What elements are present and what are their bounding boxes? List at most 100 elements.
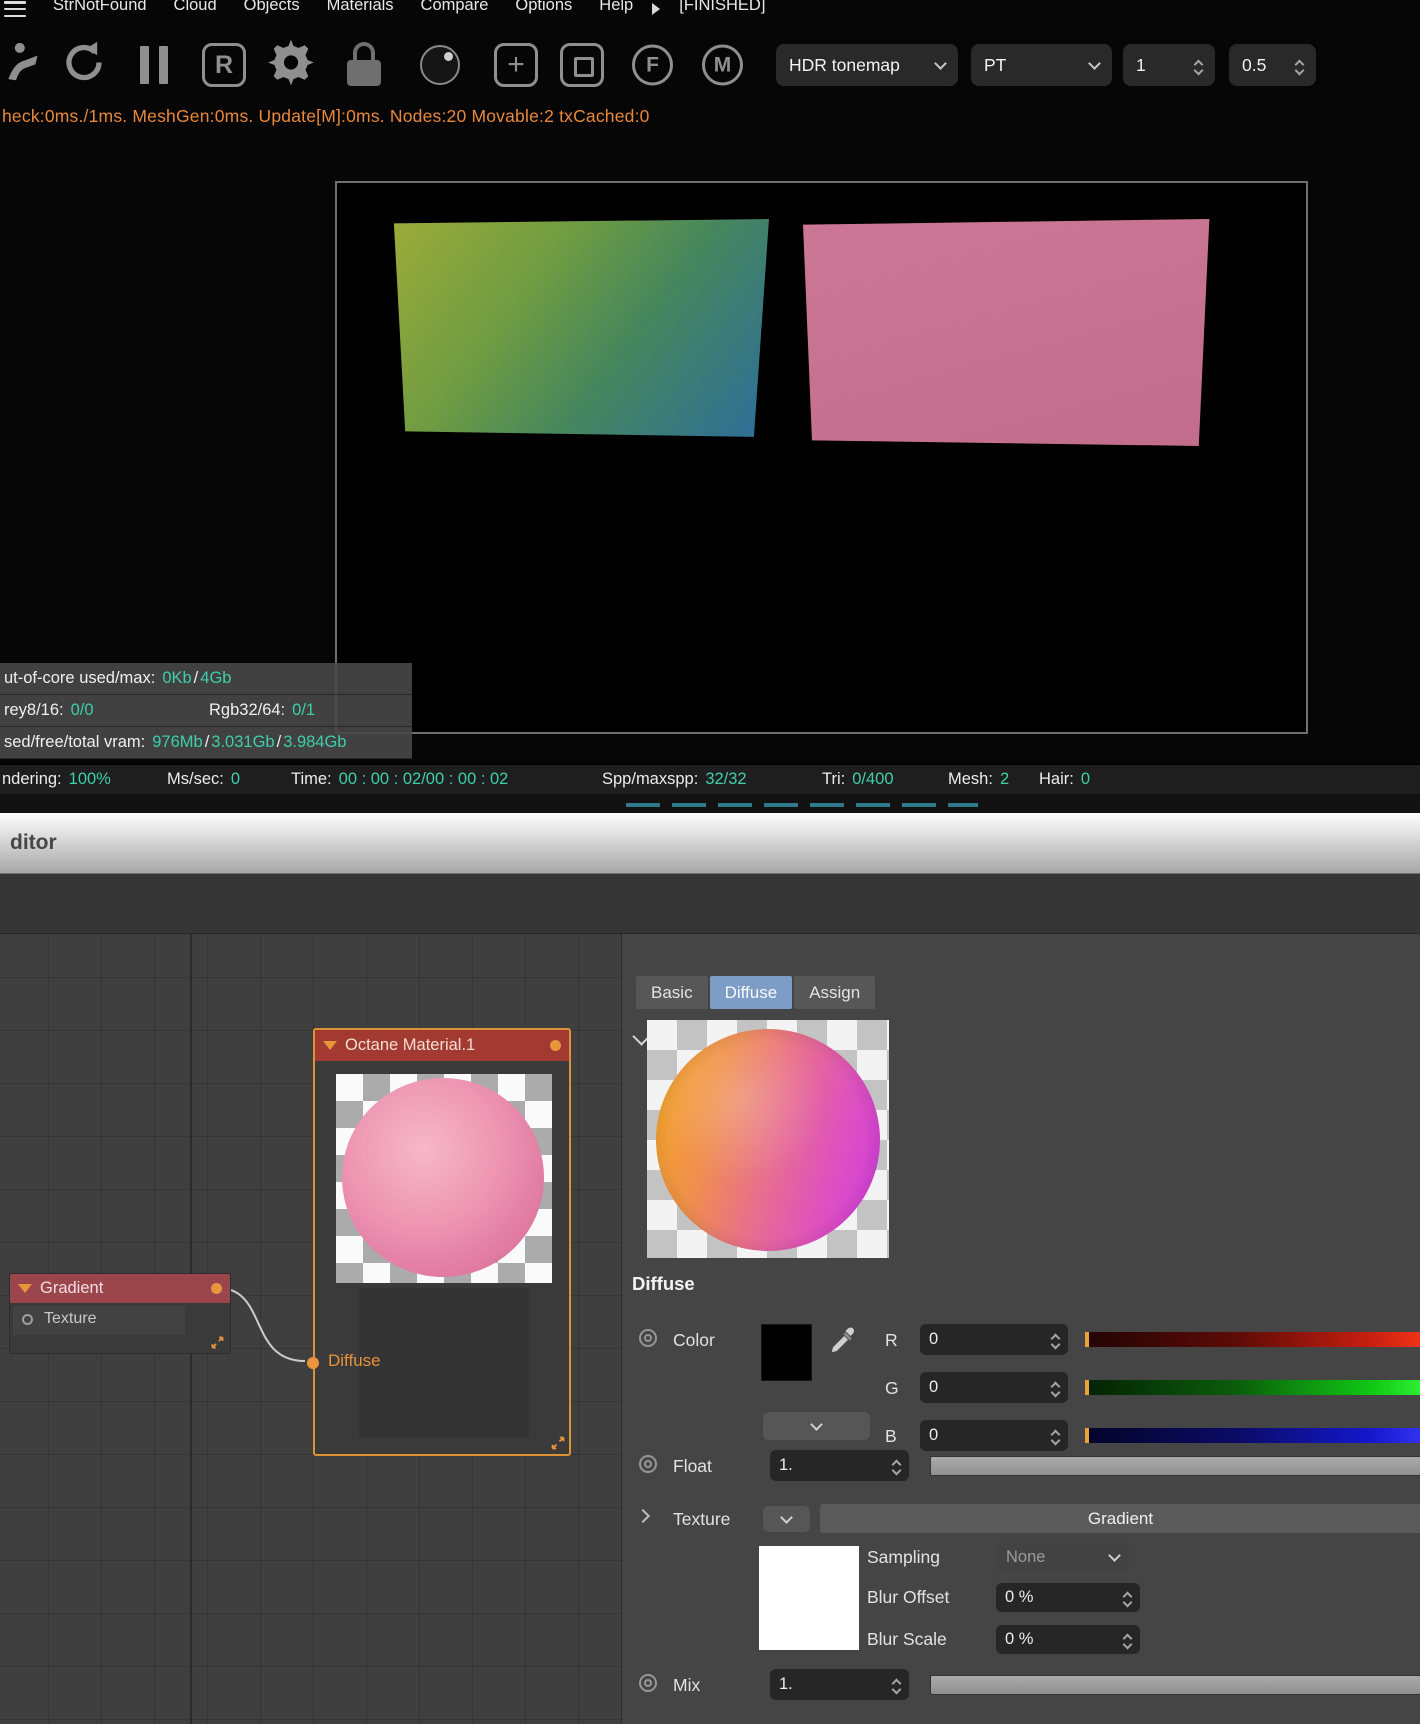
stepper-arrows-icon[interactable]	[1050, 1331, 1061, 1350]
status-time: Time: 00 : 00 : 02/00 : 00 : 02	[291, 770, 509, 788]
status-rendering: ndering: 100%	[2, 770, 111, 788]
picture-frame-icon[interactable]	[560, 43, 604, 87]
tab-diffuse[interactable]: Diffuse	[709, 976, 793, 1009]
render-toolbar: R + F M HDR tonemap PT 1 0.5	[0, 30, 1420, 100]
menu-bar: StrNotFound Cloud Objects Materials Comp…	[4, 0, 765, 17]
samples-spinner[interactable]: 1	[1123, 44, 1215, 86]
g-value-spinner[interactable]: 0	[920, 1372, 1068, 1403]
b-value-spinner[interactable]: 0	[920, 1420, 1068, 1451]
float-slider[interactable]	[930, 1456, 1420, 1476]
expand-icon[interactable]	[551, 1436, 565, 1450]
node-editor-titlebar[interactable]: ditor	[0, 813, 1420, 874]
texture-stats-row: rey8/16: 0/0 Rgb32/64: 0/1	[0, 695, 412, 727]
float-anim-dot[interactable]	[639, 1455, 657, 1473]
kernel-dropdown[interactable]: PT	[971, 44, 1112, 86]
float-value-spinner[interactable]: 1.	[770, 1450, 909, 1481]
mix-value-spinner[interactable]: 1.	[770, 1669, 909, 1700]
texture-expander-chevron-icon[interactable]	[635, 1508, 651, 1524]
menu-item-help[interactable]: Help	[599, 0, 633, 15]
render-status-bar: ndering: 100% Ms/sec: 0 Time: 00 : 00 : 02/…	[0, 764, 1420, 794]
mix-anim-dot[interactable]	[639, 1674, 657, 1692]
color-label: Color	[673, 1330, 715, 1350]
menu-item-materials[interactable]: Materials	[327, 0, 394, 15]
samples-spinner-value: 1	[1136, 54, 1146, 75]
texture-type-dropdown[interactable]	[763, 1506, 810, 1532]
color-swatch[interactable]	[761, 1324, 812, 1381]
menu-item-options[interactable]: Options	[515, 0, 572, 15]
region-render-button[interactable]: R	[202, 43, 246, 87]
tab-assign[interactable]: Assign	[794, 976, 876, 1009]
eyedropper-icon[interactable]	[828, 1326, 858, 1356]
node-graph-canvas[interactable]: Octane Material.1 Diffuse Gradient Textu…	[0, 934, 621, 1724]
node-title: Gradient	[40, 1279, 104, 1297]
expand-icon[interactable]	[211, 1336, 225, 1350]
stepper-arrows-icon[interactable]	[1122, 1631, 1133, 1650]
pause-render-icon[interactable]	[140, 46, 168, 84]
render-ball-icon[interactable]	[420, 45, 460, 85]
window-bottom-strip	[0, 794, 1420, 813]
diffuse-input-port[interactable]	[307, 1357, 319, 1369]
color-options-dropdown[interactable]	[763, 1412, 870, 1440]
stepper-arrows-icon[interactable]	[1122, 1589, 1133, 1608]
pink-sphere-preview	[342, 1078, 544, 1277]
stepper-arrows-icon[interactable]	[1193, 57, 1204, 75]
green-channel-slider[interactable]	[1085, 1380, 1420, 1395]
scale-spinner[interactable]: 0.5	[1229, 44, 1316, 86]
section-title: Diffuse	[632, 1273, 695, 1294]
collapse-triangle-icon[interactable]	[18, 1284, 32, 1293]
node-body-box	[359, 1288, 529, 1438]
mix-slider[interactable]	[930, 1675, 1420, 1695]
octane-logo-icon[interactable]	[0, 38, 50, 93]
r-value-spinner[interactable]: 0	[920, 1324, 1068, 1355]
node-octane-material-header[interactable]: Octane Material.1	[315, 1030, 569, 1061]
status-tri: Tri: 0/400	[822, 770, 894, 788]
node-gradient[interactable]: Gradient Texture	[9, 1273, 231, 1354]
render-view[interactable]	[335, 181, 1308, 734]
tonemap-dropdown[interactable]: HDR tonemap	[776, 44, 958, 86]
g-label: G	[885, 1378, 899, 1398]
texture-input-port[interactable]	[22, 1314, 33, 1325]
menu-item-objects[interactable]: Objects	[244, 0, 300, 15]
material-picker-button[interactable]: M	[702, 44, 743, 86]
menu-item-compare[interactable]: Compare	[421, 0, 489, 15]
blur-scale-spinner[interactable]: 0 %	[996, 1625, 1140, 1654]
material-node-preview	[336, 1074, 552, 1283]
collapse-triangle-icon[interactable]	[323, 1041, 337, 1050]
submenu-arrow-icon	[652, 2, 661, 15]
hamburger-menu-icon[interactable]	[4, 1, 26, 17]
status-spp: Spp/maxspp: 32/32	[602, 770, 747, 788]
chevron-down-icon	[810, 1417, 823, 1431]
stepper-arrows-icon[interactable]	[891, 1676, 902, 1695]
focus-picker-button[interactable]: F	[632, 44, 673, 86]
chevron-down-icon	[1088, 56, 1101, 70]
node-octane-material[interactable]: Octane Material.1 Diffuse	[307, 1028, 571, 1456]
menu-item-cloud[interactable]: Cloud	[174, 0, 217, 15]
color-anim-dot[interactable]	[639, 1329, 657, 1347]
octane-app-window: StrNotFound Cloud Objects Materials Comp…	[0, 0, 1420, 1724]
blue-channel-slider[interactable]	[1085, 1428, 1420, 1443]
menu-item-strnotfound[interactable]: StrNotFound	[53, 0, 147, 15]
texture-preview-swatch[interactable]	[759, 1546, 859, 1650]
stepper-arrows-icon[interactable]	[1294, 57, 1305, 75]
tonemap-dropdown-value: HDR tonemap	[789, 54, 900, 75]
node-output-port[interactable]	[550, 1040, 561, 1051]
add-button[interactable]: +	[494, 43, 538, 87]
node-output-port[interactable]	[211, 1283, 222, 1294]
blur-offset-label: Blur Offset	[867, 1587, 950, 1607]
node-gradient-header[interactable]: Gradient	[10, 1274, 230, 1303]
blur-offset-spinner[interactable]: 0 %	[996, 1583, 1140, 1612]
outofcore-stats-row: ut-of-core used/max: 0Kb / 4Gb	[0, 663, 412, 695]
render-quad-gradient	[393, 219, 769, 437]
gear-icon[interactable]	[266, 38, 316, 93]
material-attributes-panel: Basic Diffuse Assign Diffuse Color R 0 G…	[621, 934, 1420, 1724]
sampling-dropdown[interactable]: None	[996, 1543, 1129, 1572]
restart-render-icon[interactable]	[60, 39, 108, 92]
mix-label: Mix	[673, 1675, 701, 1695]
lock-icon[interactable]	[346, 42, 382, 88]
texture-gradient-button[interactable]: Gradient	[820, 1504, 1420, 1533]
stepper-arrows-icon[interactable]	[891, 1457, 902, 1476]
red-channel-slider[interactable]	[1085, 1332, 1420, 1347]
stepper-arrows-icon[interactable]	[1050, 1427, 1061, 1446]
tab-basic[interactable]: Basic	[636, 976, 708, 1009]
stepper-arrows-icon[interactable]	[1050, 1379, 1061, 1398]
